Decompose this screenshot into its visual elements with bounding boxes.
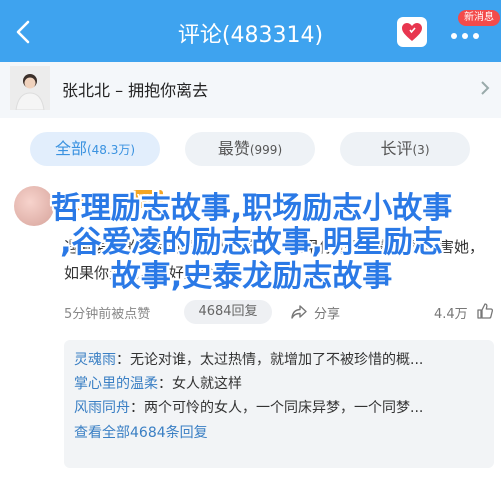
comment-time: 5分钟前被点赞 xyxy=(64,307,151,322)
tab-long[interactable]: 长评(3) xyxy=(340,132,470,166)
new-message-badge: 新消息 xyxy=(458,10,500,26)
reply-text: 无论对谁，太过热情，就增加了不被珍惜的概... xyxy=(130,352,424,368)
top-bar: 评论(483314) 新消息 xyxy=(0,0,501,62)
page-title-label: 评论 xyxy=(177,23,222,48)
heart-icon xyxy=(402,23,422,41)
reply-separator: ： xyxy=(116,352,130,368)
article-link[interactable]: 张北北 – 拥抱你离去 xyxy=(0,62,501,118)
reply-item[interactable]: 风雨同舟：两个可怜的女人，一个同床异梦，一个同梦... xyxy=(74,396,484,420)
overlay-line-1: 哲理励志故事,职场励志小故事 xyxy=(50,191,453,226)
favorite-button[interactable] xyxy=(397,17,427,47)
article-title: 张北北 – 拥抱你离去 xyxy=(62,81,209,100)
thumbs-up-icon[interactable] xyxy=(476,302,494,320)
tab-all[interactable]: 全部(48.3万) xyxy=(30,132,160,166)
reply-text: 两个可怜的女人，一个同床异梦，一个同梦... xyxy=(144,400,424,416)
reply-separator: ： xyxy=(158,376,172,392)
view-all-replies-link[interactable]: 查看全部4684条回复 xyxy=(74,420,484,446)
comment-total-count: (483314) xyxy=(221,23,324,48)
tab-long-count: (3) xyxy=(412,143,430,157)
overlay-caption: 哲理励志故事,职场励志小故事 ,谷爱凌的励志故事,明星励志 故事,史泰龙励志故事 xyxy=(4,192,499,294)
reply-item[interactable]: 掌心里的温柔：女人就这样 xyxy=(74,372,484,396)
share-icon[interactable] xyxy=(290,303,308,321)
like-count: 4.4万 xyxy=(434,307,468,322)
overlay-line-3: 故事,史泰龙励志故事 xyxy=(110,259,393,294)
chevron-right-icon xyxy=(481,81,490,95)
share-label[interactable]: 分享 xyxy=(314,303,340,322)
tab-long-label: 长评 xyxy=(380,139,413,158)
tab-top[interactable]: 最赞(999) xyxy=(185,132,315,166)
reply-author[interactable]: 灵魂雨 xyxy=(74,352,116,368)
person-photo-icon xyxy=(10,66,50,110)
reply-item[interactable]: 灵魂雨：无论对谁，太过热情，就增加了不被珍惜的概... xyxy=(74,348,484,372)
tab-all-count: (48.3万) xyxy=(86,143,136,157)
tab-top-count: (999) xyxy=(249,143,283,157)
reply-author[interactable]: 掌心里的温柔 xyxy=(74,376,158,392)
article-thumbnail xyxy=(10,66,50,110)
comment-meta: 5分钟前被点赞 4684回复 分享 4.4万 xyxy=(64,300,494,324)
reply-text: 女人就这样 xyxy=(172,376,242,392)
filter-tabs: 全部(48.3万) 最赞(999) 长评(3) xyxy=(0,118,501,180)
reply-separator: ： xyxy=(130,400,144,416)
tab-top-label: 最赞 xyxy=(217,139,250,158)
reply-author[interactable]: 风雨同舟 xyxy=(74,400,130,416)
overlay-line-2: ,谷爱凌的励志故事,明星励志 xyxy=(60,225,443,260)
tab-all-label: 全部 xyxy=(54,139,87,158)
replies-preview: 灵魂雨：无论对谁，太过热情，就增加了不被珍惜的概... 掌心里的温柔：女人就这样… xyxy=(64,340,494,468)
reply-count-button[interactable]: 4684回复 xyxy=(184,300,272,324)
